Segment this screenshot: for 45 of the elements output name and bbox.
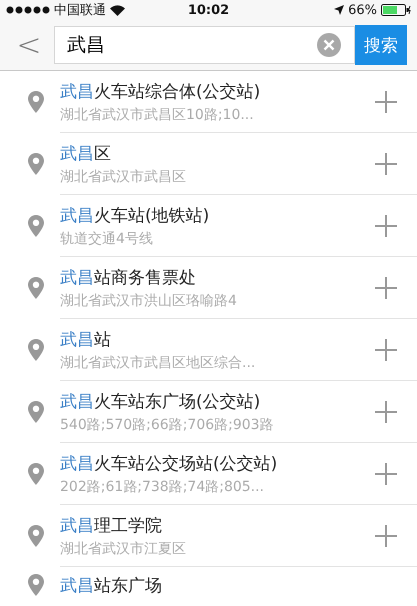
result-address: 湖北省武汉市武昌区地区综合...: [60, 354, 256, 372]
result-title[interactable]: 武昌区: [60, 142, 375, 164]
result-title[interactable]: 武昌火车站(地铁站): [60, 204, 375, 226]
map-pin-icon: [28, 153, 44, 175]
result-title[interactable]: 武昌火车站公交场站(公交站): [60, 452, 375, 474]
battery-percent: 66%: [348, 2, 378, 18]
back-button[interactable]: <: [14, 28, 44, 62]
map-pin-icon: [28, 525, 44, 547]
map-pin-icon: [28, 401, 44, 423]
location-arrow-icon: [334, 5, 344, 15]
result-title[interactable]: 武昌站商务售票处: [60, 266, 375, 288]
result-address: 轨道交通4号线: [60, 230, 154, 248]
result-address: 202路;61路;738路;74路;805...: [60, 478, 266, 496]
add-icon[interactable]: [375, 338, 397, 360]
map-pin-icon: [28, 463, 44, 485]
map-pin-icon: [28, 339, 44, 361]
map-pin-icon: [28, 91, 44, 113]
add-icon[interactable]: [375, 276, 397, 298]
add-icon[interactable]: [375, 400, 397, 422]
wifi-icon: [110, 4, 125, 16]
map-pin-icon: [28, 277, 44, 299]
result-address: 湖北省武汉市武昌区10路;10...: [60, 106, 255, 124]
map-pin-icon: [28, 574, 44, 596]
result-title[interactable]: 武昌火车站东广场(公交站): [60, 390, 375, 412]
result-address: 湖北省武汉市洪山区珞喻路4: [60, 292, 238, 310]
result-title[interactable]: 武昌站: [60, 328, 375, 350]
search-field[interactable]: 武昌: [54, 26, 355, 64]
carrier-name: 中国联通: [54, 2, 106, 19]
add-icon[interactable]: [375, 214, 397, 236]
search-button[interactable]: 搜索: [355, 25, 407, 65]
battery-icon: [381, 4, 412, 16]
add-icon[interactable]: [375, 524, 397, 546]
add-icon[interactable]: [375, 462, 397, 484]
clear-icon[interactable]: [317, 33, 341, 57]
add-icon[interactable]: [375, 90, 397, 112]
result-address: 540路;570路;66路;706路;903路: [60, 416, 275, 434]
signal-icon: [6, 6, 50, 14]
map-pin-icon: [28, 215, 44, 237]
result-title[interactable]: 武昌理工学院: [60, 514, 375, 536]
result-title[interactable]: 武昌站东广场: [60, 574, 397, 596]
result-title[interactable]: 武昌火车站综合体(公交站): [60, 80, 375, 102]
result-address: 湖北省武汉市武昌区: [60, 168, 187, 186]
clock-time: 10:02: [188, 2, 230, 18]
add-icon[interactable]: [375, 152, 397, 174]
result-address: 湖北省武汉市江夏区: [60, 540, 187, 558]
